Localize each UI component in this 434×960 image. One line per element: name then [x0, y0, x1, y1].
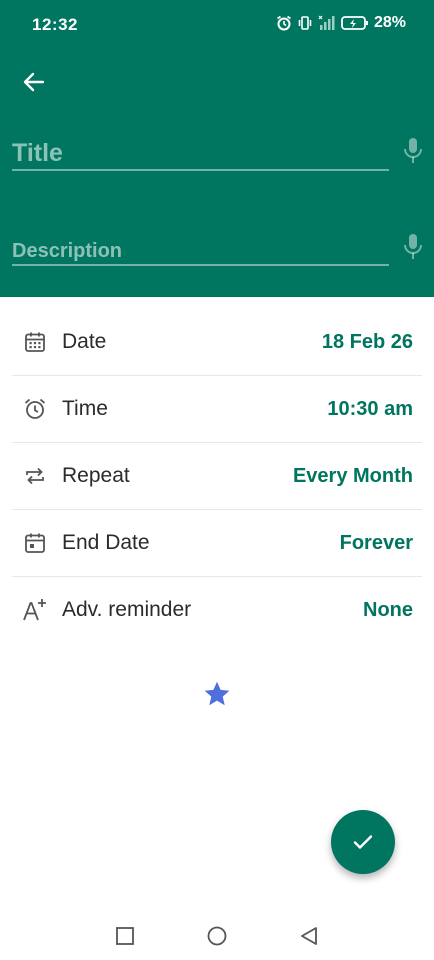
status-bar: 12:32 28%: [0, 0, 434, 50]
alarm-clock-icon: [22, 396, 48, 422]
arrow-left-icon: [23, 72, 45, 92]
row-repeat[interactable]: Repeat Every Month: [12, 443, 422, 510]
description-placeholder: Description: [12, 240, 123, 262]
battery-level: 28%: [373, 14, 406, 31]
row-value: 18 Feb 26: [321, 330, 413, 353]
calendar-event-icon: [22, 530, 48, 556]
row-value: 10:30 am: [327, 397, 413, 420]
signal-icon: [318, 15, 335, 30]
status-icons: 28%: [276, 14, 406, 32]
star-icon[interactable]: [203, 680, 231, 708]
system-nav-bar: [0, 910, 434, 960]
back-nav-icon[interactable]: [299, 926, 319, 946]
home-icon[interactable]: [206, 926, 228, 948]
settings-list: Date 18 Feb 26 Time 10:30 am Repeat Ever…: [12, 309, 422, 643]
calendar-icon: [22, 329, 48, 355]
repeat-icon: [22, 463, 48, 489]
text-plus-icon: [22, 597, 48, 623]
check-icon: [353, 835, 373, 849]
row-label: End Date: [62, 531, 150, 554]
save-button[interactable]: [331, 810, 395, 874]
row-value: None: [363, 598, 413, 621]
battery-icon: [341, 16, 368, 30]
alarm-icon: [276, 15, 291, 31]
mic-icon[interactable]: [402, 233, 424, 261]
row-date[interactable]: Date 18 Feb 26: [12, 309, 422, 376]
row-value: Forever: [339, 531, 413, 554]
row-label: Repeat: [62, 464, 130, 487]
row-time[interactable]: Time 10:30 am: [12, 376, 422, 443]
title-placeholder: Title: [12, 139, 63, 167]
description-input[interactable]: Description: [12, 239, 389, 266]
back-button[interactable]: [18, 66, 50, 98]
row-label: Date: [62, 330, 107, 353]
row-adv-reminder[interactable]: Adv. reminder None: [12, 577, 422, 643]
title-input[interactable]: Title: [12, 138, 389, 171]
row-label: Time: [62, 397, 108, 420]
header: 12:32 28% Title Description: [0, 0, 434, 297]
row-value: Every Month: [292, 464, 413, 487]
row-end-date[interactable]: End Date Forever: [12, 510, 422, 577]
vibrate-icon: [298, 16, 312, 30]
status-time: 12:32: [32, 15, 78, 34]
row-label: Adv. reminder: [62, 598, 192, 621]
recents-icon[interactable]: [115, 926, 135, 946]
mic-icon[interactable]: [402, 137, 424, 165]
